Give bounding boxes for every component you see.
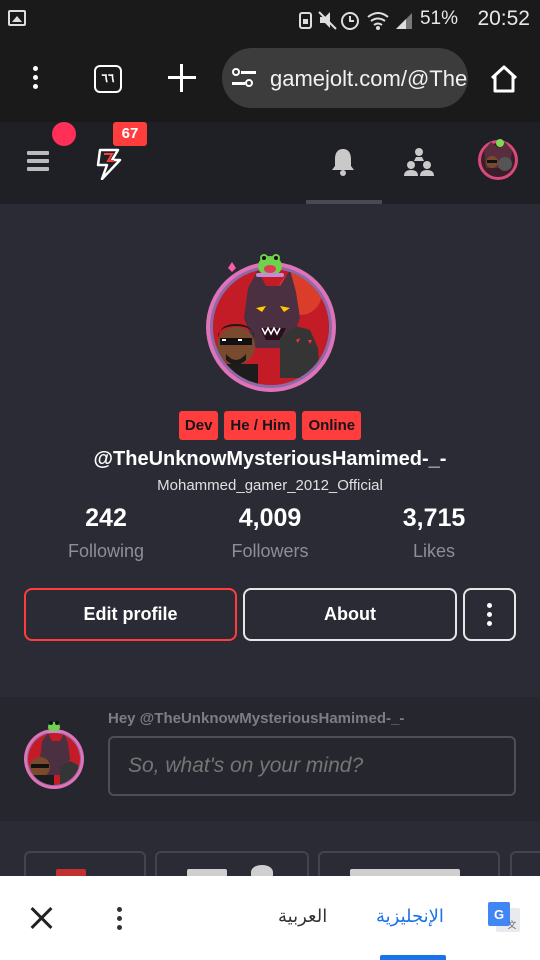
target-language-tab[interactable]: الإنجليزية <box>376 906 444 927</box>
translate-options-icon[interactable] <box>117 907 122 930</box>
selected-language-underline <box>380 955 446 960</box>
status-icons <box>299 11 412 30</box>
edit-profile-button[interactable]: Edit profile <box>24 588 237 641</box>
new-tab-icon[interactable] <box>168 64 196 92</box>
composer-avatar <box>24 721 84 789</box>
likes-count: 3,715 <box>402 504 466 532</box>
gamejolt-logo-icon[interactable] <box>94 148 124 180</box>
composer-greeting: Hey @TheUnknowMysteriousHamimed-_- <box>108 710 405 727</box>
following-count: 242 <box>85 504 127 532</box>
clock: 20:52 <box>477 7 530 30</box>
close-icon[interactable] <box>30 906 54 930</box>
profile-display-name: Mohammed_gamer_2012_Official <box>157 477 383 494</box>
user-avatar-nav[interactable] <box>476 138 520 182</box>
tag-online-status: Online <box>302 411 362 440</box>
gallery-notification-icon <box>8 10 26 26</box>
tab-switcher-button[interactable]: ٦٦ <box>94 65 122 93</box>
content-tabs-row <box>0 821 540 891</box>
post-composer: Hey @TheUnknowMysteriousHamimed-_- <box>0 697 540 821</box>
stat-likes[interactable]: 3,715 Likes <box>354 504 514 562</box>
stat-followers[interactable]: 4,009 Followers <box>190 504 350 562</box>
tag-pronouns: He / Him <box>224 411 297 440</box>
home-icon[interactable] <box>490 64 518 94</box>
google-translate-icon: G 文 <box>488 902 520 932</box>
bell-icon[interactable] <box>331 146 355 176</box>
post-input[interactable] <box>108 736 516 796</box>
followers-label: Followers <box>231 541 309 561</box>
translate-bar: العربية الإنجليزية G 文 <box>0 876 540 960</box>
svg-text:G: G <box>494 907 504 922</box>
friends-icon[interactable] <box>404 147 434 177</box>
unread-indicator-dot <box>52 122 76 146</box>
stat-following[interactable]: 242 Following <box>26 504 186 562</box>
profile-avatar[interactable] <box>200 248 342 394</box>
profile-tags: Dev He / Him Online <box>0 411 540 440</box>
profile-username: @TheUnknowMysteriousHamimed-_- <box>93 448 447 470</box>
active-tab-underline <box>306 200 382 204</box>
source-language-tab[interactable]: العربية <box>278 906 327 927</box>
followers-count: 4,009 <box>238 504 302 532</box>
site-settings-icon[interactable] <box>232 68 256 88</box>
browser-menu-icon[interactable] <box>33 66 38 89</box>
svg-text:文: 文 <box>507 919 516 931</box>
likes-label: Likes <box>412 541 456 561</box>
notification-count-badge: 67 <box>113 122 147 146</box>
following-label: Following <box>67 541 145 561</box>
address-bar[interactable]: gamejolt.com/@TheUnknowMysteriousHamimed… <box>222 48 468 108</box>
browser-toolbar: ٦٦ gamejolt.com/@TheUnknowMysteriousHami… <box>0 38 540 122</box>
hamburger-menu-icon[interactable] <box>27 151 49 171</box>
more-options-icon <box>487 603 492 626</box>
tag-dev: Dev <box>178 411 219 440</box>
url-text[interactable]: gamejolt.com/@TheUnknowMysteriousHamimed… <box>270 66 468 92</box>
more-options-button[interactable] <box>463 588 516 641</box>
about-button[interactable]: About <box>243 588 457 641</box>
status-bar: 51% 20:52 <box>0 0 540 38</box>
site-navbar: 67 <box>0 122 540 204</box>
battery-level: 51% <box>419 8 458 29</box>
